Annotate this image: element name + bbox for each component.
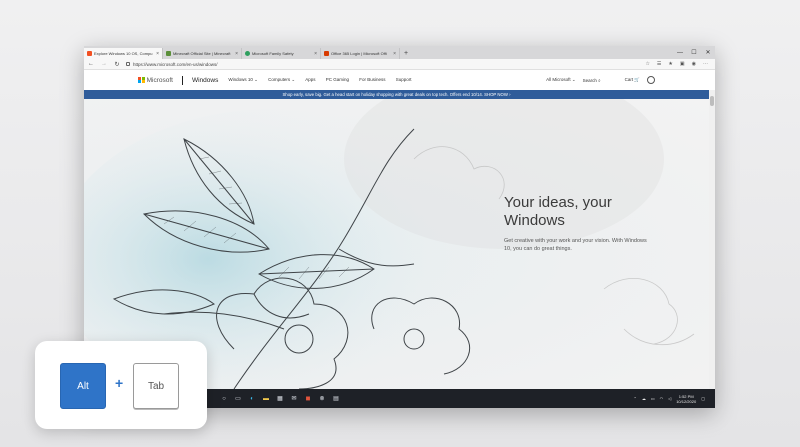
microsoft-favicon-icon (87, 51, 92, 56)
promo-banner[interactable]: Shop early, save big. Get a head start o… (84, 90, 709, 99)
new-tab-button[interactable]: + (400, 48, 412, 59)
address-bar-row: ← → ↻ https://www.microsoft.com/en-us/wi… (84, 59, 715, 70)
edge-icon[interactable]: ◐ (248, 395, 256, 403)
more-icon[interactable]: ⋯ (703, 61, 708, 67)
search-button[interactable]: Search ⌕ (583, 78, 601, 83)
tab-office[interactable]: Office 365 Login | Microsoft Offi × (321, 48, 400, 59)
page-scrollbar[interactable] (709, 90, 715, 389)
product-name[interactable]: Windows (192, 77, 218, 84)
microsoft-logo-icon[interactable] (138, 76, 145, 84)
plus-sign: + (115, 375, 124, 391)
forward-icon[interactable]: → (100, 61, 108, 67)
close-tab-icon[interactable]: × (156, 51, 159, 57)
address-bar[interactable]: https://www.microsoft.com/en-us/windows/ (126, 60, 640, 68)
tab-title: Explore Windows 10 OS, Compu (94, 51, 153, 56)
clock-time: 1:52 PM (678, 393, 694, 399)
tab-icon[interactable]: ▣ (680, 61, 685, 67)
tab-minecraft[interactable]: Minecraft Official Site | Minecraft × (163, 48, 242, 59)
volume-icon[interactable]: ◁ (668, 396, 671, 401)
close-window-icon[interactable]: ✕ (701, 46, 715, 59)
tab-family-safety[interactable]: Microsoft Family Safety × (242, 48, 321, 59)
file-explorer-icon[interactable]: ▬ (262, 395, 270, 403)
header-right: All Microsoft ⌄ Search ⌕ Cart 🛒 (546, 76, 715, 84)
all-microsoft-menu[interactable]: All Microsoft ⌄ (546, 77, 576, 83)
site-menu: Windows 10 ⌄ Computers ⌄ Apps PC Gaming … (228, 77, 420, 83)
search-taskbar-icon[interactable]: ▭ (234, 395, 242, 403)
url-text: https://www.microsoft.com/en-us/windows/ (133, 61, 218, 67)
promo-text: Shop early, save big. Get a head start o… (282, 92, 511, 97)
clock[interactable]: 1:52 PM 10/12/2020 (676, 394, 696, 404)
hero-title: Your ideas, your Windows (504, 194, 612, 229)
collections-icon[interactable]: ☰ (657, 61, 661, 67)
mail-icon[interactable]: ✉ (290, 395, 298, 403)
lock-icon (126, 62, 130, 66)
menu-computers[interactable]: Computers ⌄ (268, 77, 295, 82)
alt-key: Alt (60, 363, 106, 409)
chevron-up-icon[interactable]: ⌃ (633, 396, 636, 401)
family-safety-favicon-icon (245, 51, 250, 56)
menu-pc-gaming[interactable]: PC Gaming (326, 77, 349, 82)
favorite-star-icon[interactable]: ☆ (645, 61, 649, 67)
tab-windows[interactable]: Explore Windows 10 OS, Compu × (84, 48, 163, 59)
menu-apps[interactable]: Apps (305, 77, 315, 82)
menu-for-business[interactable]: For Business (359, 77, 385, 82)
minecraft-favicon-icon (166, 51, 171, 56)
clock-date: 10/12/2020 (676, 398, 697, 404)
tab-strip: Explore Windows 10 OS, Compu × Minecraft… (84, 46, 715, 59)
cart-button[interactable]: Cart 🛒 (625, 77, 640, 83)
cloud-icon[interactable]: ☁ (642, 396, 646, 401)
header-divider (181, 75, 183, 85)
shortcut-card: Alt + Tab (35, 341, 207, 429)
site-header: Microsoft Windows Windows 10 ⌄ Computers… (84, 70, 715, 90)
tab-title: Microsoft Family Safety (252, 51, 294, 56)
task-view-icon[interactable]: ○ (220, 395, 228, 403)
tab-key: Tab (133, 363, 179, 409)
office-favicon-icon (324, 51, 329, 56)
back-icon[interactable]: ← (87, 61, 95, 67)
favorites-icon[interactable]: ★ (668, 61, 672, 67)
system-tray: ⌃ ☁ ▭ ◠ ◁ 1:52 PM 10/12/2020 ▢ (633, 394, 715, 404)
notepad-icon[interactable]: ▤ (332, 395, 340, 403)
refresh-icon[interactable]: ↻ (113, 61, 121, 68)
scroll-thumb[interactable] (710, 96, 714, 106)
menu-support[interactable]: Support (396, 77, 412, 82)
wifi-icon[interactable]: ◠ (660, 396, 664, 401)
account-avatar-icon[interactable] (647, 76, 655, 84)
close-tab-icon[interactable]: × (393, 51, 396, 57)
brand-name[interactable]: Microsoft (147, 77, 173, 84)
profile-icon[interactable]: ◉ (692, 61, 696, 67)
maximize-icon[interactable]: ☐ (687, 46, 701, 59)
tab-title: Office 365 Login | Microsoft Offi (331, 51, 387, 56)
xbox-icon[interactable]: ⊗ (318, 395, 326, 403)
close-tab-icon[interactable]: × (314, 51, 317, 57)
store-icon[interactable]: ▦ (276, 395, 284, 403)
hero-subtitle: Get creative with your work and your vis… (504, 238, 647, 252)
minimize-icon[interactable]: — (673, 46, 687, 59)
close-tab-icon[interactable]: × (235, 51, 238, 57)
office-icon[interactable]: ◼ (304, 395, 312, 403)
window-controls: — ☐ ✕ (673, 46, 715, 59)
battery-icon[interactable]: ▭ (651, 396, 655, 401)
tab-title: Minecraft Official Site | Minecraft (173, 51, 231, 56)
menu-windows-10[interactable]: Windows 10 ⌄ (228, 77, 258, 82)
toolbar-icons: ☆ ☰ ★ ▣ ◉ ⋯ (645, 61, 712, 67)
notification-icon[interactable]: ▢ (701, 396, 705, 401)
